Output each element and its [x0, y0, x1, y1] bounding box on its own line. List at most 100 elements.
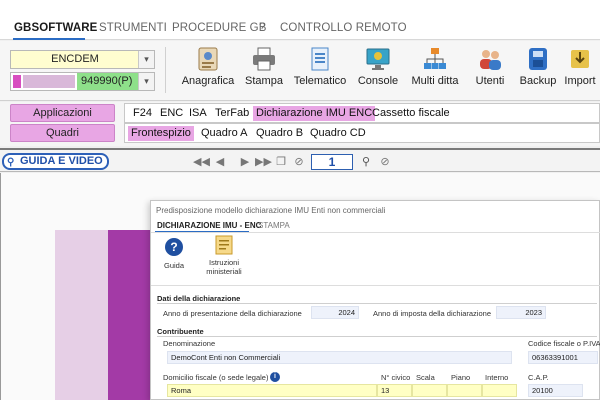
guida-e-video-button[interactable]: ⚲ GUIDA E VIDEO — [2, 153, 109, 170]
imu-enc-dialog: Predisposizione modello dichiarazione IM… — [150, 200, 600, 400]
applicazioni-button[interactable]: Applicazioni — [10, 104, 115, 122]
tab-cassetto-fiscale[interactable]: Cassetto fiscale — [369, 106, 453, 121]
tab-terfab[interactable]: TerFab — [212, 106, 252, 121]
chevron-down-icon[interactable]: ▾ — [138, 51, 154, 68]
printer-icon — [251, 46, 277, 72]
title-bar — [0, 0, 600, 18]
ribbon-separator — [165, 47, 166, 93]
next-page-icon[interactable]: ▶ — [238, 155, 252, 169]
anagrafica-button[interactable]: Anagrafica — [178, 44, 238, 87]
anno-imposta-field[interactable]: 2023 — [496, 306, 546, 319]
import-button[interactable]: Import — [560, 44, 600, 87]
users-icon — [477, 46, 503, 72]
toolbar-divider — [151, 285, 600, 286]
tab-enc[interactable]: ENC — [157, 106, 186, 121]
instructions-icon — [215, 235, 233, 255]
istruzioni-ministeriali-button[interactable]: Istruzioni ministeriali — [199, 235, 249, 276]
previous-page-icon[interactable]: ◀ — [213, 155, 227, 169]
menu-strumenti[interactable]: STRUMENTI — [99, 22, 167, 34]
guida-label: Guida — [163, 261, 184, 270]
navigation-rows: Applicazioni Quadri F24 ENC ISA TerFab D… — [0, 102, 600, 146]
section-divider — [157, 336, 597, 337]
stampa-label: Stampa — [245, 75, 283, 87]
tab-frontespizio[interactable]: Frontespizio — [128, 126, 194, 141]
main-menu-bar: GBSOFTWARE STRUMENTI PROCEDURE GB ? CONT… — [0, 18, 600, 40]
cap-field[interactable]: 20100 — [528, 384, 583, 397]
company-select[interactable]: ENCDEM ▾ — [10, 50, 155, 69]
denominazione-label: Denominazione — [163, 339, 216, 348]
istruzioni-label-line1: Istruzioni — [208, 258, 239, 267]
anno-presentazione-label: Anno di presentazione della dichiarazion… — [163, 309, 302, 318]
civico-field[interactable]: 13 — [377, 384, 412, 397]
anno-presentazione-field[interactable]: 2024 — [311, 306, 359, 319]
disabled-tool-icon[interactable]: ⊘ — [292, 155, 306, 169]
import-icon — [567, 46, 593, 72]
backup-icon — [525, 46, 551, 72]
page-number-input[interactable]: 1 — [311, 154, 353, 170]
piano-label: Piano — [451, 373, 471, 382]
tab-f24[interactable]: F24 — [130, 106, 155, 121]
tab-quadro-a[interactable]: Quadro A — [198, 126, 250, 141]
codice-fiscale-field[interactable]: 06363391001 — [528, 351, 598, 364]
clear-search-icon[interactable]: ⊘ — [378, 155, 392, 169]
menu-gbsoftware[interactable]: GBSOFTWARE — [14, 22, 97, 34]
magnifier-icon: ⚲ — [7, 157, 15, 168]
quadri-button[interactable]: Quadri — [10, 124, 115, 142]
monitor-icon — [365, 46, 391, 72]
redacted-block — [23, 75, 75, 88]
active-menu-underline — [13, 38, 85, 40]
codice-fiscale-label: Codice fiscale o P.IVA — [528, 339, 600, 348]
tab-dichiarazione-imu[interactable]: DICHIARAZIONE IMU - ENC — [157, 221, 261, 230]
civico-label: N° civico — [381, 373, 411, 382]
stampa-button[interactable]: Stampa — [234, 44, 294, 87]
tab-dichiarazione-imu-enc[interactable]: Dichiarazione IMU ENC — [253, 106, 376, 121]
company-select-value: ENCDEM — [51, 53, 99, 65]
piano-field[interactable] — [447, 384, 482, 397]
anagrafica-label: Anagrafica — [181, 75, 235, 87]
dialog-title: Predisposizione modello dichiarazione IM… — [156, 206, 386, 215]
console-label: Console — [357, 75, 399, 87]
interno-label: Interno — [485, 373, 509, 382]
domicilio-fiscale-label: Domicilio fiscale (o sede legale) — [163, 373, 269, 382]
guida-e-video-label: GUIDA E VIDEO — [20, 155, 103, 167]
multi-ditta-button[interactable]: Multi ditta — [405, 44, 465, 87]
code-select-value: 949990(P) — [77, 73, 138, 90]
backup-label: Backup — [519, 75, 557, 87]
tab-isa[interactable]: ISA — [186, 106, 210, 121]
hierarchy-icon — [422, 46, 448, 72]
tab-divider — [151, 232, 600, 233]
denominazione-field[interactable]: DemoCont Enti non Commerciali — [167, 351, 512, 364]
code-select[interactable]: 949990(P) ▾ — [10, 72, 155, 91]
first-page-icon[interactable]: ◀◀ — [193, 155, 210, 169]
dati-dichiarazione-heading: Dati della dichiarazione — [157, 294, 241, 303]
contribuente-heading: Contribuente — [157, 327, 204, 336]
istruzioni-label-line2: ministeriali — [206, 267, 242, 276]
scala-label: Scala — [416, 373, 435, 382]
multi-ditta-label: Multi ditta — [411, 75, 459, 87]
menu-help[interactable]: ? — [259, 22, 266, 34]
utenti-label: Utenti — [475, 75, 505, 87]
copy-page-icon[interactable]: ❐ — [274, 155, 288, 169]
info-icon[interactable]: i — [270, 372, 280, 382]
chevron-down-icon[interactable]: ▾ — [138, 73, 154, 90]
menu-procedure-gb[interactable]: PROCEDURE GB — [172, 22, 267, 34]
telematico-button[interactable]: Telematico — [290, 44, 350, 87]
import-label: Import — [564, 75, 596, 87]
last-page-icon[interactable]: ▶▶ — [255, 155, 272, 169]
backup-button[interactable]: Backup — [508, 44, 568, 87]
anno-imposta-label: Anno di imposta della dichiarazione — [373, 309, 491, 318]
zoom-search-icon[interactable]: ⚲ — [359, 155, 373, 169]
domicilio-field[interactable]: Roma — [167, 384, 377, 397]
interno-field[interactable] — [482, 384, 517, 397]
guida-button[interactable]: ? Guida — [159, 238, 189, 270]
cap-label: C.A.P. — [528, 373, 549, 382]
menu-controllo-remoto[interactable]: CONTROLLO REMOTO — [280, 22, 407, 34]
console-button[interactable]: Console — [348, 44, 408, 87]
tab-quadro-cd[interactable]: Quadro CD — [307, 126, 369, 141]
ribbon-toolbar: ENCDEM ▾ 949990(P) ▾ Anagrafica Stampa T… — [0, 41, 600, 101]
scala-field[interactable] — [412, 384, 447, 397]
tab-stampa[interactable]: STAMPA — [258, 221, 290, 230]
applications-tab-row: F24 ENC ISA TerFab Dichiarazione IMU ENC… — [124, 103, 600, 123]
help-icon: ? — [165, 238, 183, 256]
tab-quadro-b[interactable]: Quadro B — [253, 126, 306, 141]
